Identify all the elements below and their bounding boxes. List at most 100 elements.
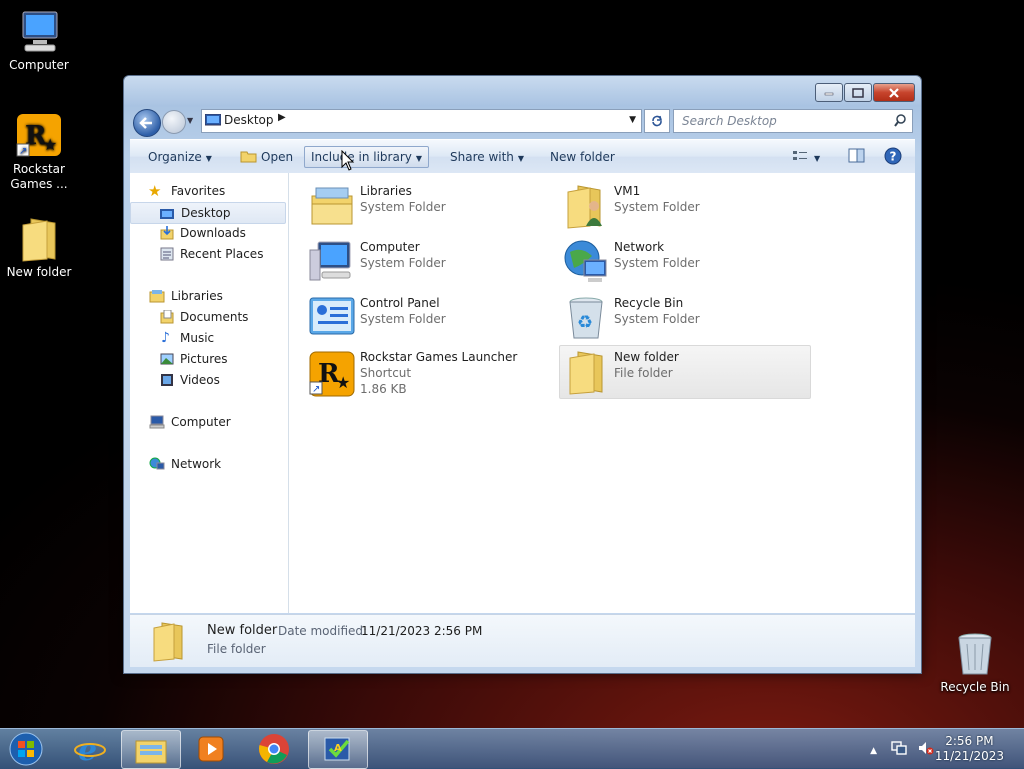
item-vm1[interactable]: VM1 System Folder (560, 180, 810, 232)
desktop-icon-rockstar[interactable]: R ★ ↗ Rockstar Games ... (1, 112, 77, 192)
search-icon (894, 114, 906, 127)
nav-item-pictures[interactable]: Pictures (130, 349, 284, 369)
details-modified-label: Date modified: (278, 624, 368, 638)
chrome-icon (259, 733, 289, 764)
caption-buttons (814, 83, 915, 102)
refresh-button[interactable] (644, 109, 670, 133)
libraries-icon (308, 182, 356, 230)
address-bar[interactable]: Desktop ▶ ▼ (201, 109, 642, 133)
network-tray-icon[interactable] (890, 741, 907, 755)
change-view-button[interactable]: ▼ (786, 147, 826, 167)
close-button[interactable] (873, 83, 915, 102)
item-new-folder[interactable]: New folder File folder (559, 345, 811, 399)
volume-muted-icon[interactable] (918, 741, 934, 755)
item-network[interactable]: Network System Folder (560, 236, 810, 288)
videos-icon (160, 373, 174, 387)
item-rockstar-games-launcher[interactable]: R ★ ↗ Rockstar Games Launcher Shortcut 1.8… (306, 348, 556, 404)
refresh-icon (652, 115, 662, 127)
music-icon: ♪ (161, 330, 170, 346)
folder-icon (148, 619, 188, 666)
recent-places-icon (160, 247, 174, 261)
nav-item-computer[interactable]: Computer (130, 412, 284, 432)
back-button[interactable] (133, 109, 161, 137)
svg-text:e: e (78, 733, 97, 765)
media-player-icon (198, 736, 224, 761)
search-input[interactable]: Search Desktop (673, 109, 913, 133)
mouse-cursor-icon (341, 150, 355, 171)
show-hidden-icons-button[interactable]: ▲ (870, 746, 877, 756)
nav-item-documents[interactable]: Documents (130, 307, 284, 327)
network-icon (562, 238, 610, 286)
windows-logo-icon (9, 732, 43, 765)
include-in-library-button[interactable]: Include in library ▼ (304, 146, 430, 168)
system-tray: ▲ (870, 741, 934, 756)
nav-item-downloads[interactable]: Downloads (130, 223, 284, 243)
svg-text:↗: ↗ (19, 146, 27, 157)
nav-item-network[interactable]: Network (130, 454, 284, 474)
desktop-icon-label: New folder (6, 265, 72, 279)
share-with-button[interactable]: Share with ▼ (444, 147, 530, 167)
back-arrow-icon (139, 117, 152, 129)
computer-icon (15, 8, 63, 56)
start-button[interactable] (0, 730, 52, 767)
nav-item-libraries[interactable]: Libraries (130, 286, 284, 306)
svg-text:♻: ♻ (577, 312, 593, 333)
item-control-panel[interactable]: Control Panel System Folder (306, 292, 556, 344)
desktop-icon-computer[interactable]: Computer (1, 8, 77, 73)
help-button[interactable]: ? (878, 147, 908, 167)
help-icon: ? (884, 147, 902, 165)
svg-text:A: A (334, 743, 342, 754)
folder-icon (562, 348, 610, 396)
command-bar: Organize ▼ Open Include in library ▼ Share… (130, 139, 915, 174)
star-icon: ★ (148, 182, 162, 200)
clock[interactable]: 2:56 PM 11/21/2023 (935, 734, 1004, 764)
desktop-icon-new-folder[interactable]: New folder (1, 215, 77, 280)
control-panel-icon (308, 294, 356, 342)
preview-pane-button[interactable] (842, 147, 872, 167)
organize-button[interactable]: Organize ▼ (142, 147, 218, 167)
address-text: Desktop (224, 113, 274, 127)
taskbar-chrome[interactable] (245, 730, 303, 767)
user-folder-icon (562, 182, 610, 230)
svg-text:?: ? (890, 150, 897, 164)
desktop-icon-label: Recycle Bin (940, 680, 1010, 694)
forward-button[interactable] (162, 110, 186, 134)
item-recycle-bin[interactable]: ♻ Recycle Bin System Folder (560, 292, 810, 344)
app-checkmark-icon: A (324, 737, 350, 760)
search-placeholder: Search Desktop (682, 114, 777, 128)
breadcrumb-chevron-icon[interactable]: ▶ (278, 112, 286, 123)
nav-item-recent-places[interactable]: Recent Places (130, 244, 284, 264)
recent-pages-chevron-icon[interactable]: ▼ (187, 116, 193, 125)
address-dropdown-icon[interactable]: ▼ (629, 115, 636, 125)
preview-pane-icon (848, 148, 865, 163)
navigation-pane: ★ Favorites Desktop Downloads Recent Pla… (130, 173, 289, 613)
item-libraries[interactable]: Libraries System Folder (306, 180, 556, 232)
chevron-down-icon: ▼ (814, 154, 821, 163)
details-modified-value: 11/21/2023 2:56 PM (361, 624, 483, 638)
desktop-icon-recycle-bin[interactable]: Recycle Bin (937, 630, 1013, 695)
minimize-button[interactable] (815, 83, 843, 102)
nav-item-music[interactable]: ♪ Music (130, 328, 284, 348)
taskbar-app-active[interactable]: A (308, 730, 368, 769)
new-folder-button[interactable]: New folder (544, 147, 621, 167)
nav-item-videos[interactable]: Videos (130, 370, 284, 390)
downloads-icon (160, 226, 174, 240)
libraries-icon (149, 289, 165, 303)
rockstar-icon: R ★ ↗ (308, 350, 356, 398)
folder-icon (15, 215, 63, 263)
nav-item-desktop[interactable]: Desktop (130, 202, 286, 224)
item-computer[interactable]: Computer System Folder (306, 236, 556, 288)
maximize-button[interactable] (844, 83, 872, 102)
details-type: File folder (207, 642, 266, 656)
computer-small-icon (149, 415, 165, 429)
open-button[interactable]: Open (234, 147, 299, 167)
details-pane: New folder Date modified: 11/21/2023 2:5… (130, 614, 915, 667)
clock-time: 2:56 PM (945, 734, 994, 748)
open-folder-icon (240, 151, 257, 163)
desktop-small-icon (205, 114, 221, 126)
file-list: Libraries System Folder VM1 System Folde… (289, 173, 915, 613)
taskbar-media-player[interactable] (182, 730, 240, 767)
nav-item-favorites[interactable]: ★ Favorites (130, 181, 284, 201)
taskbar-windows-explorer[interactable] (121, 730, 181, 769)
taskbar-internet-explorer[interactable]: e (61, 730, 119, 767)
